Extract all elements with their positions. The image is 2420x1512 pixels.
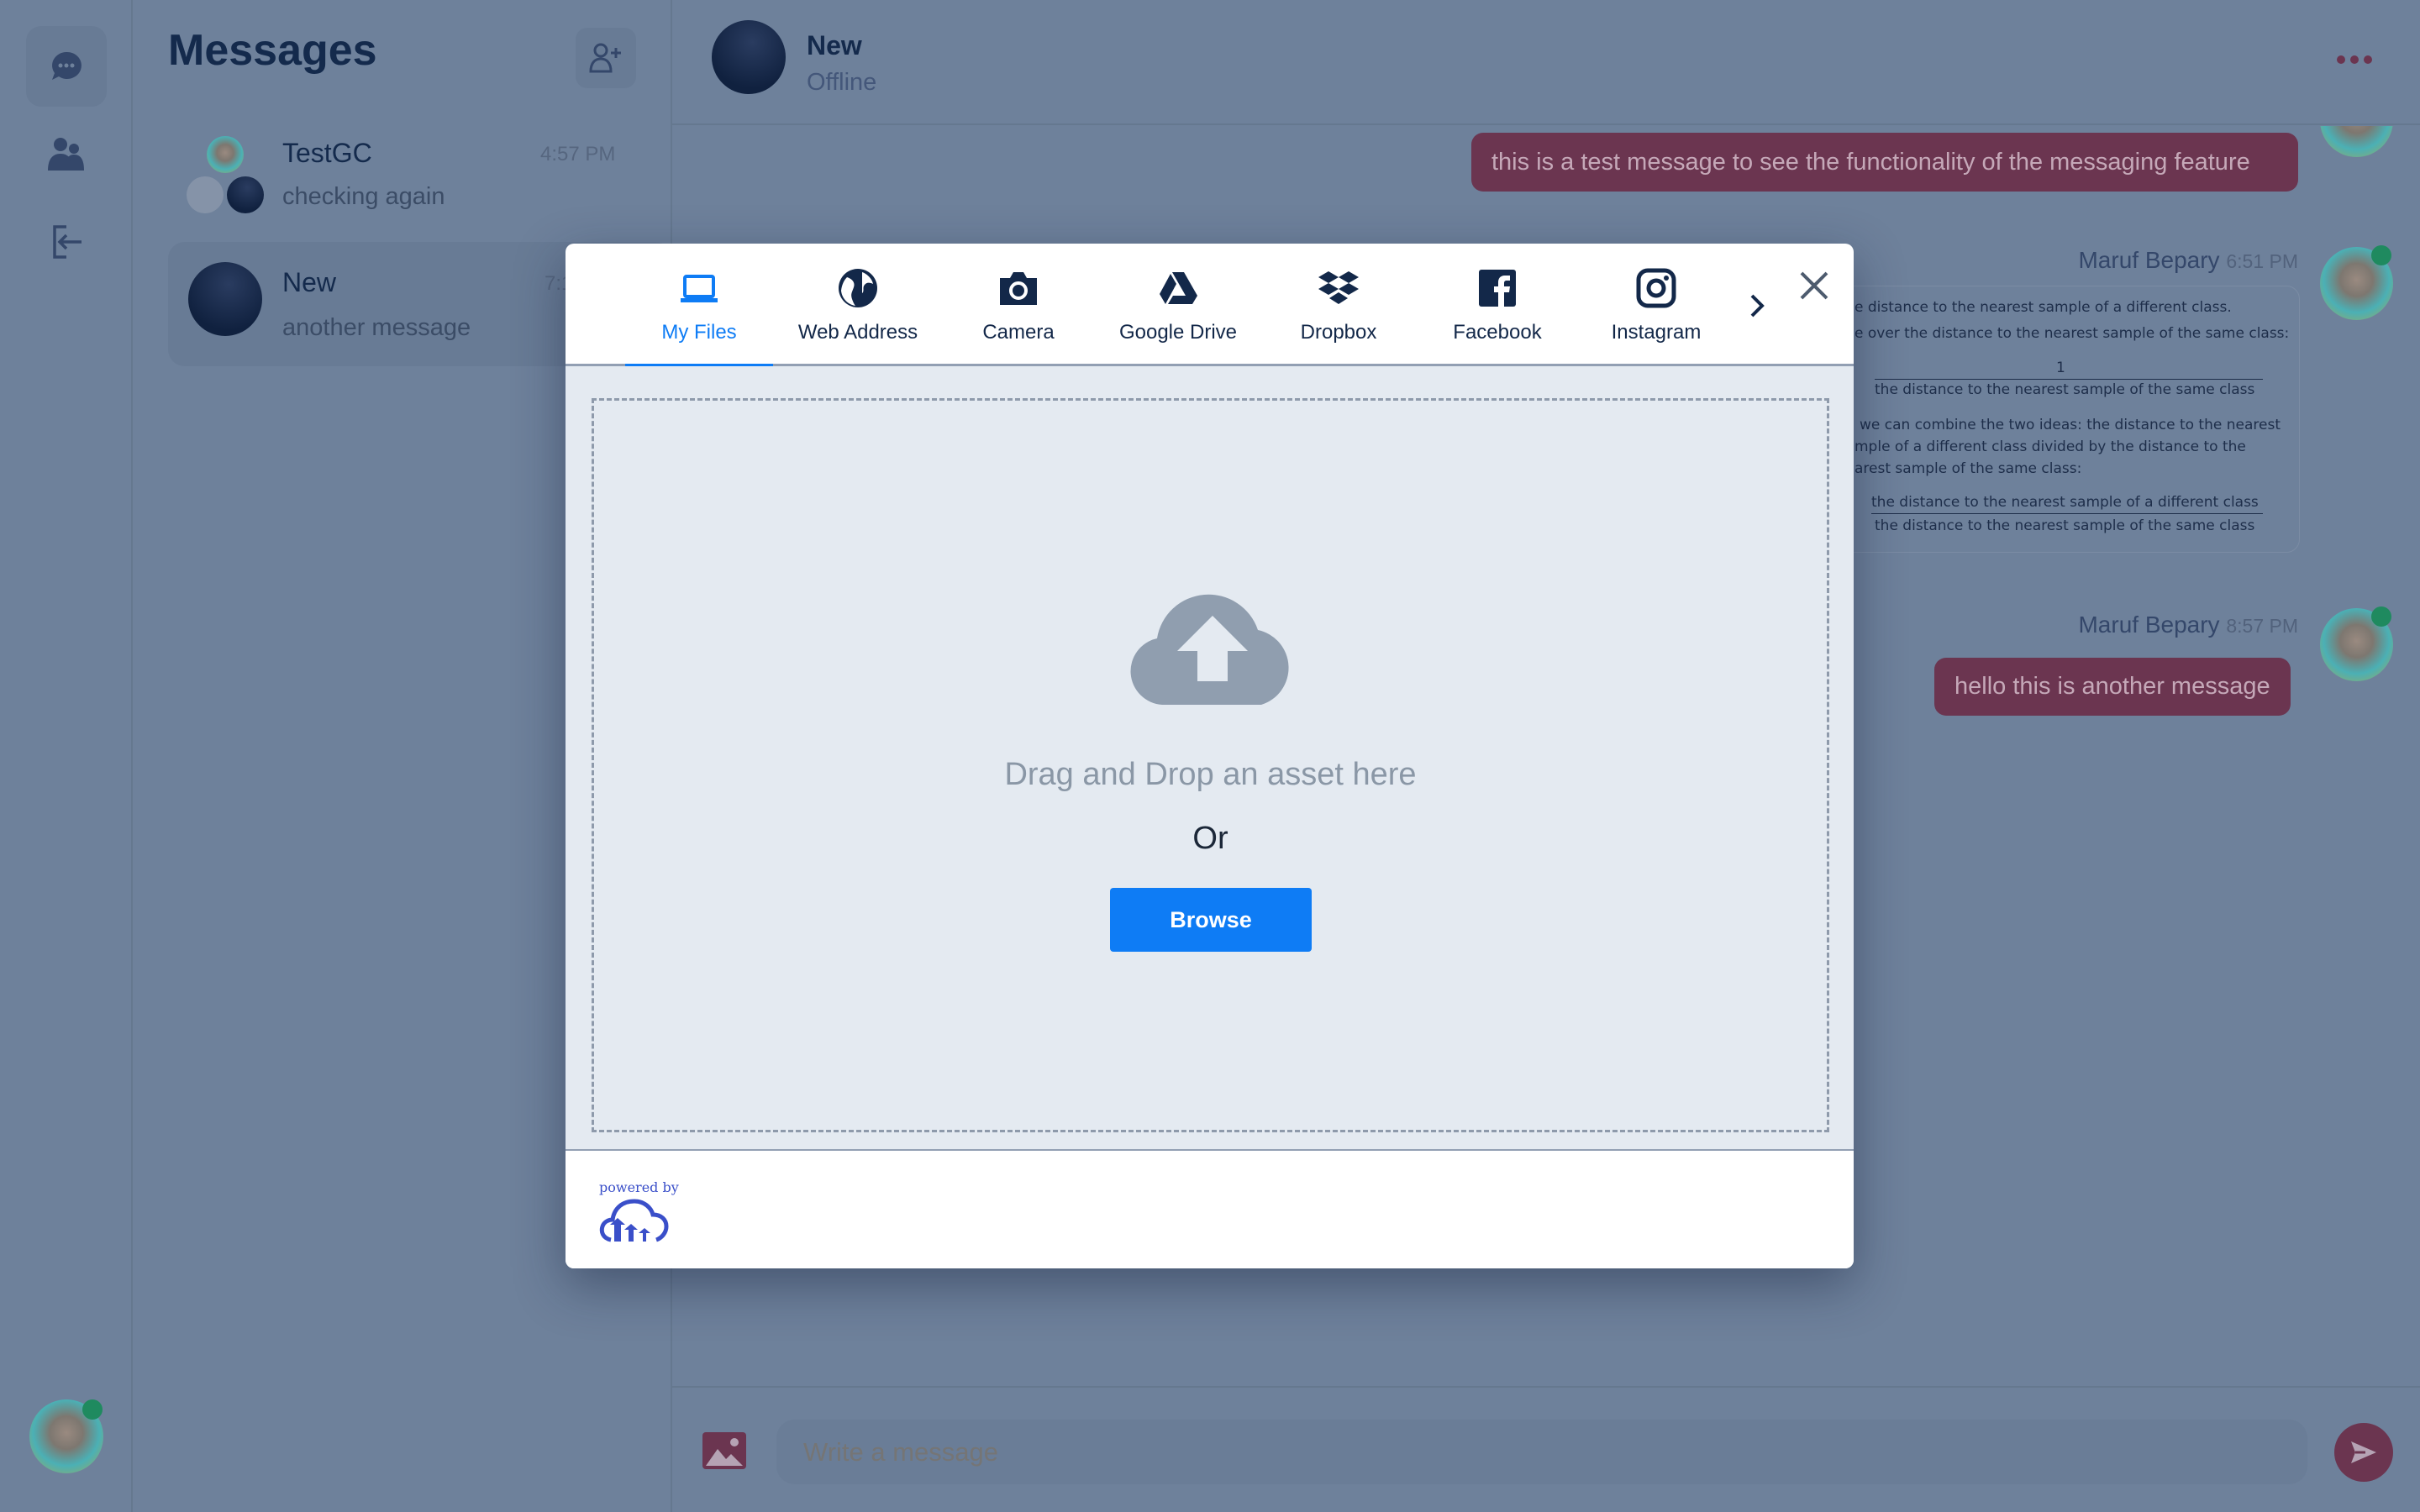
tab-label: Dropbox xyxy=(1300,321,1377,344)
dropbox-icon xyxy=(1318,271,1359,304)
modal-footer: powered by xyxy=(566,1151,1854,1268)
nav-contacts-button[interactable] xyxy=(26,114,107,195)
image-text: e distance to the nearest sample of a di… xyxy=(1854,299,2232,316)
tab-label: Instagram xyxy=(1611,321,1702,344)
message-sender: Maruf Bepary 6:51 PM xyxy=(1849,247,2298,274)
message-bubble: this is a test message to see the functi… xyxy=(1471,133,2298,192)
image-icon xyxy=(702,1432,746,1469)
contact-avatar xyxy=(188,262,262,336)
online-indicator xyxy=(2371,606,2391,627)
image-text: mple of a different class divided by the… xyxy=(1854,438,2246,455)
add-user-icon xyxy=(589,43,621,73)
tab-label: Camera xyxy=(982,321,1055,344)
image-text: we can combine the two ideas: the distan… xyxy=(1860,417,2281,433)
more-options-button[interactable] xyxy=(2336,54,2373,69)
tab-instagram[interactable]: Instagram xyxy=(1582,244,1730,366)
close-button[interactable] xyxy=(1799,270,1829,305)
laptop-icon xyxy=(681,275,718,302)
drop-instructions: Drag and Drop an asset here xyxy=(1004,757,1417,792)
facebook-icon xyxy=(1479,270,1516,307)
globe-icon xyxy=(839,269,877,307)
message-time: 8:57 PM xyxy=(2226,615,2298,637)
upload-modal: My Files Web Address Camera Google Drive… xyxy=(566,244,1854,1268)
group-avatar xyxy=(187,176,224,213)
tab-facebook[interactable]: Facebook xyxy=(1423,244,1571,366)
group-avatar xyxy=(207,136,244,173)
send-button[interactable] xyxy=(2334,1423,2393,1482)
page-title: Messages xyxy=(168,26,377,75)
chat-header: New Offline xyxy=(672,0,2420,125)
sender-name: Maruf Bepary xyxy=(2078,247,2220,273)
chat-icon xyxy=(52,51,82,80)
image-text: the distance to the nearest sample of a … xyxy=(1871,494,2259,511)
online-indicator xyxy=(2371,245,2391,265)
image-text: arest sample of the same class: xyxy=(1854,460,2082,477)
nav-chats-button[interactable] xyxy=(26,26,107,107)
tab-camera[interactable]: Camera xyxy=(944,244,1092,366)
conversation-name: New xyxy=(282,267,337,297)
image-text: the distance to the nearest sample of th… xyxy=(1875,381,2255,398)
close-icon xyxy=(1800,271,1828,300)
composer-divider xyxy=(672,1386,2420,1388)
google-drive-icon xyxy=(1160,272,1197,304)
logout-icon xyxy=(53,225,82,259)
nav-rail xyxy=(0,0,133,1512)
sender-name: Maruf Bepary xyxy=(2078,612,2220,638)
tab-dropbox[interactable]: Dropbox xyxy=(1265,244,1413,366)
contact-name: New xyxy=(807,30,862,60)
image-text: e over the distance to the nearest sampl… xyxy=(1854,325,2290,342)
message-input[interactable] xyxy=(776,1420,2307,1484)
message-sender: Maruf Bepary 8:57 PM xyxy=(1849,612,2298,638)
more-icon xyxy=(2337,55,2372,64)
send-icon xyxy=(2351,1441,2376,1463)
tab-google-drive[interactable]: Google Drive xyxy=(1104,244,1252,366)
users-icon xyxy=(48,138,84,171)
tab-label: Web Address xyxy=(797,321,918,344)
message-time: 6:51 PM xyxy=(2226,250,2298,272)
image-text: the distance to the nearest sample of th… xyxy=(1875,517,2255,534)
image-text: 1 xyxy=(2056,360,2065,376)
powered-by-label: powered by xyxy=(599,1179,679,1195)
conversation-last-message: another message xyxy=(282,314,471,341)
tab-web-address[interactable]: Web Address xyxy=(784,244,932,366)
source-tabs: My Files Web Address Camera Google Drive… xyxy=(566,244,1854,369)
message-bubble: hello this is another message xyxy=(1934,658,2291,716)
online-indicator xyxy=(82,1399,103,1420)
or-label: Or xyxy=(1192,821,1228,856)
attach-image-button[interactable] xyxy=(702,1432,746,1473)
conversation-item[interactable]: TestGC checking again 4:57 PM xyxy=(168,126,672,250)
tab-my-files[interactable]: My Files xyxy=(625,244,773,369)
conversation-time: 4:57 PM xyxy=(540,143,616,165)
browse-button[interactable]: Browse xyxy=(1110,888,1312,952)
tab-label: Google Drive xyxy=(1118,321,1238,344)
nav-logout-button[interactable] xyxy=(26,202,107,282)
contact-avatar xyxy=(712,20,786,94)
camera-icon xyxy=(1000,272,1037,305)
tab-label: My Files xyxy=(661,321,737,344)
drop-area-container: Drag and Drop an asset here Or Browse xyxy=(566,366,1854,1151)
tab-label: Facebook xyxy=(1453,321,1542,344)
conversation-last-message: checking again xyxy=(282,183,445,210)
contact-status: Offline xyxy=(807,69,877,96)
drop-zone[interactable]: Drag and Drop an asset here Or Browse xyxy=(592,398,1829,1132)
instagram-icon xyxy=(1636,268,1676,308)
conversation-name: TestGC xyxy=(282,138,372,168)
cloudinary-logo[interactable] xyxy=(599,1198,670,1243)
group-avatar xyxy=(227,176,264,213)
add-user-button[interactable] xyxy=(576,28,636,88)
cloud-upload-icon xyxy=(1130,594,1289,705)
more-sources-button[interactable] xyxy=(1747,292,1767,323)
chevron-right-icon xyxy=(1750,294,1765,318)
